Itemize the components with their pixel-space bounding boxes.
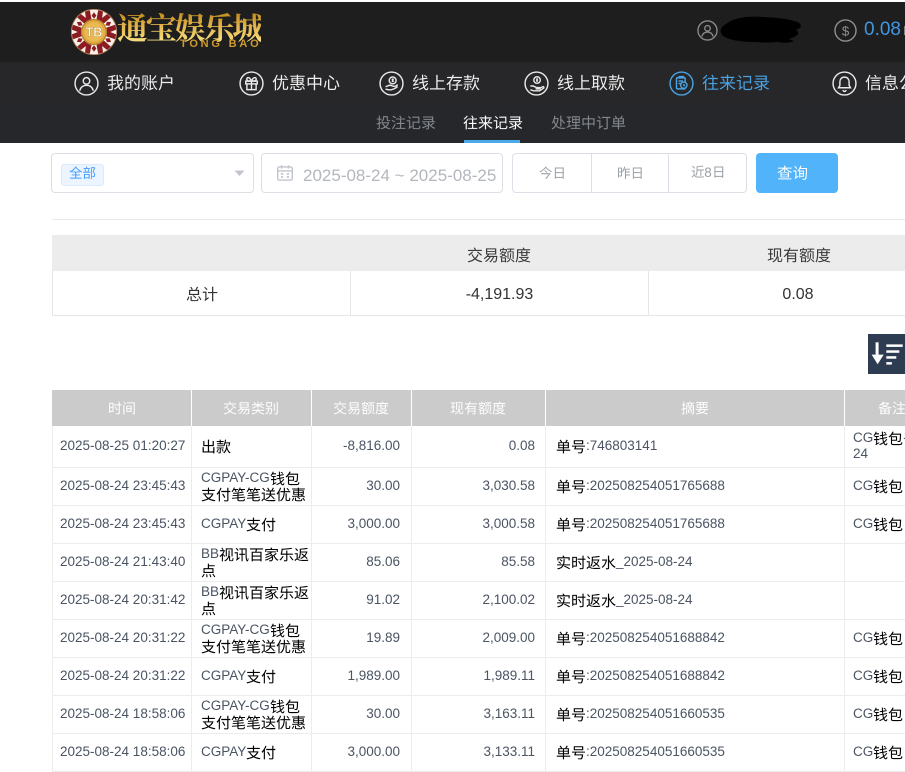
svg-text:TB: TB: [86, 26, 103, 40]
svg-text:$: $: [842, 23, 850, 38]
